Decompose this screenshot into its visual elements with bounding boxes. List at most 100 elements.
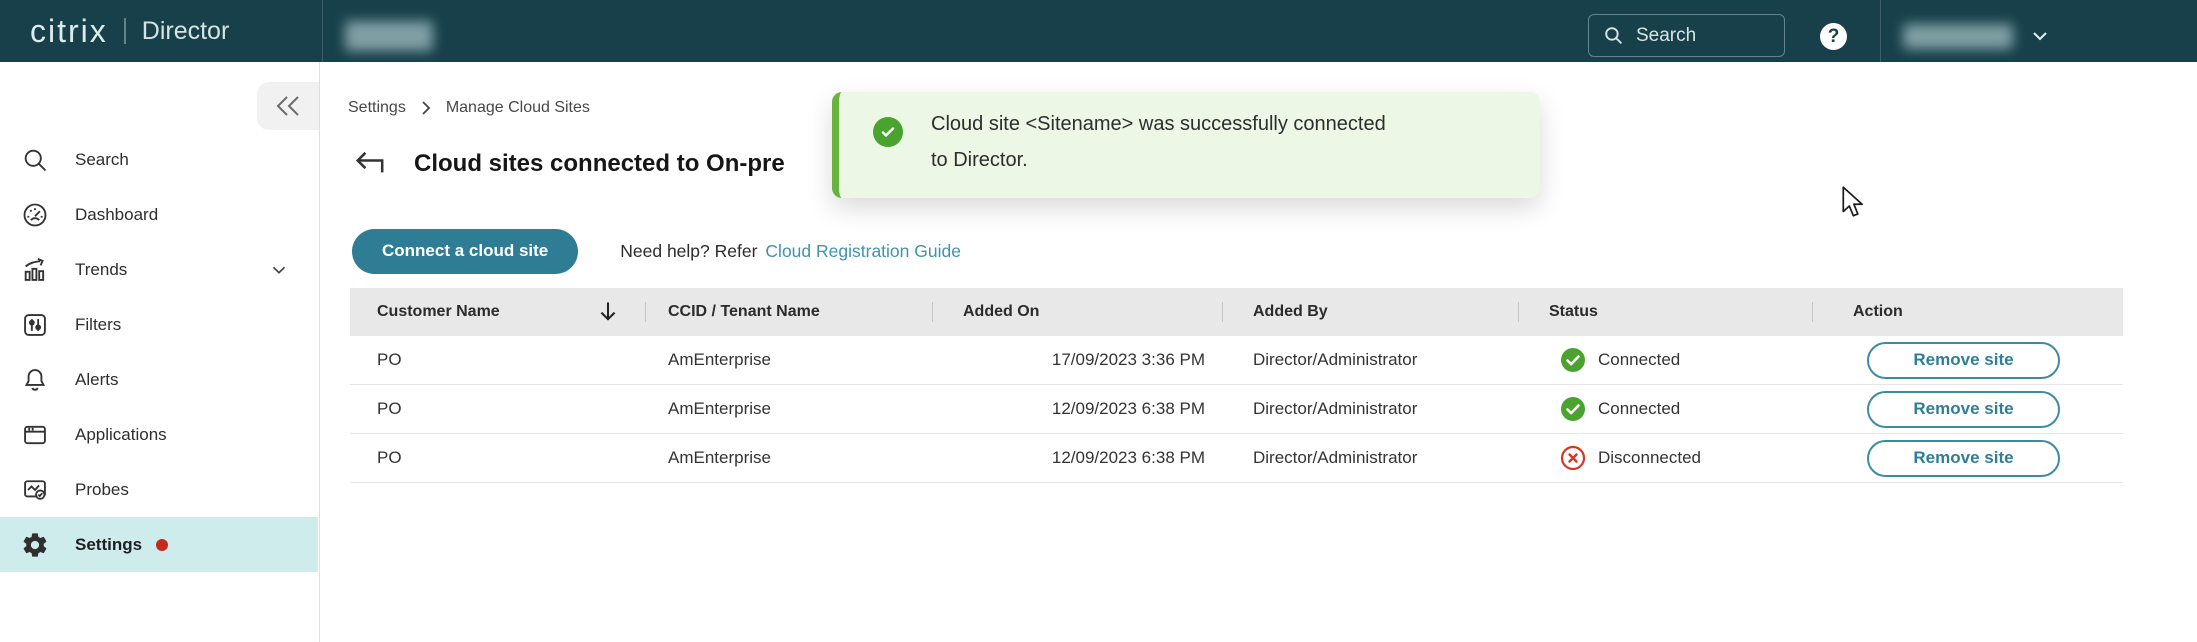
- cell-status: Connected: [1518, 396, 1812, 422]
- double-chevron-left-icon: [273, 95, 303, 117]
- probes-icon: [20, 475, 50, 505]
- breadcrumb: Settings Manage Cloud Sites: [348, 99, 590, 117]
- cell-action: Remove site: [1812, 391, 2123, 428]
- remove-site-button[interactable]: Remove site: [1867, 440, 2060, 477]
- alerts-icon: [20, 365, 50, 395]
- sidebar-item-trends[interactable]: Trends: [0, 242, 318, 297]
- cell-action: Remove site: [1812, 342, 2123, 379]
- settings-notification-dot: [156, 539, 168, 551]
- sidebar-item-alerts[interactable]: Alerts: [0, 352, 318, 407]
- cell-ccid: AmEnterprise: [645, 350, 932, 370]
- sidebar-item-label: Alerts: [75, 370, 118, 390]
- cell-action: Remove site: [1812, 440, 2123, 477]
- cell-customer-name: PO: [350, 448, 645, 468]
- sidebar-item-search[interactable]: Search: [0, 132, 318, 187]
- cell-ccid: AmEnterprise: [645, 448, 932, 468]
- toast-message-line-2: to Director.: [931, 142, 1386, 178]
- column-header-status[interactable]: Status: [1518, 288, 1812, 336]
- chevron-down-icon: [2034, 33, 2046, 39]
- back-arrow-icon: [352, 150, 390, 178]
- help-line: Need help? Refer Cloud Registration Guid…: [620, 241, 961, 262]
- cell-added-on: 12/09/2023 6:38 PM: [932, 399, 1222, 419]
- status-connected-icon: [1560, 396, 1586, 422]
- column-header-added-by[interactable]: Added By: [1222, 288, 1518, 336]
- global-search-input[interactable]: Search: [1588, 14, 1785, 57]
- sidebar-collapse-button[interactable]: [257, 82, 319, 130]
- sidebar-item-label: Filters: [75, 315, 121, 335]
- remove-site-button[interactable]: Remove site: [1867, 342, 2060, 379]
- actions-row: Connect a cloud site Need help? Refer Cl…: [352, 228, 961, 274]
- column-header-added-on[interactable]: Added On: [932, 288, 1222, 336]
- site-name-redacted: [345, 21, 433, 51]
- applications-icon: [20, 420, 50, 450]
- column-header-action[interactable]: Action: [1812, 288, 2123, 336]
- brand-divider: [124, 18, 126, 44]
- sidebar-item-label: Trends: [75, 260, 127, 280]
- page-title: Cloud sites connected to On-pre: [414, 150, 785, 178]
- cell-status: Disconnected: [1518, 445, 1812, 471]
- sidebar-item-label: Applications: [75, 425, 167, 445]
- status-text: Connected: [1598, 399, 1680, 419]
- sidebar-item-label: Probes: [75, 480, 129, 500]
- column-header-customer-name[interactable]: Customer Name: [350, 288, 645, 336]
- settings-icon: [20, 530, 50, 560]
- status-text: Disconnected: [1598, 448, 1701, 468]
- table-row: PO AmEnterprise 12/09/2023 6:38 PM Direc…: [350, 385, 2123, 434]
- sidebar: Search Dashboard: [0, 62, 320, 642]
- cell-added-by: Director/Administrator: [1222, 350, 1518, 370]
- trends-icon: [20, 255, 50, 285]
- help-prefix-text: Need help? Refer: [620, 241, 757, 262]
- success-toast: Cloud site <Sitename> was successfully c…: [832, 92, 1540, 198]
- success-check-icon: [873, 117, 903, 147]
- help-icon[interactable]: ?: [1820, 23, 1847, 50]
- citrix-director-app: citrix Director Search ?: [0, 0, 2197, 642]
- topbar-divider-left: [322, 0, 323, 62]
- mouse-cursor: [1838, 186, 1868, 225]
- column-header-ccid[interactable]: CCID / Tenant Name: [645, 288, 932, 336]
- sidebar-item-settings[interactable]: Settings: [0, 517, 318, 572]
- cell-added-by: Director/Administrator: [1222, 399, 1518, 419]
- sidebar-nav: Search Dashboard: [0, 132, 318, 572]
- table-row: PO AmEnterprise 12/09/2023 6:38 PM Direc…: [350, 434, 2123, 483]
- cell-ccid: AmEnterprise: [645, 399, 932, 419]
- filters-icon: [20, 310, 50, 340]
- cell-added-on: 17/09/2023 3:36 PM: [932, 350, 1222, 370]
- sidebar-item-applications[interactable]: Applications: [0, 407, 318, 462]
- user-name-redacted: [1903, 24, 2013, 49]
- sidebar-item-dashboard[interactable]: Dashboard: [0, 187, 318, 242]
- search-icon: [1603, 25, 1624, 46]
- sidebar-item-label: Search: [75, 150, 129, 170]
- table-row: PO AmEnterprise 17/09/2023 3:36 PM Direc…: [350, 336, 2123, 385]
- cell-customer-name: PO: [350, 350, 645, 370]
- topbar-divider-right: [1880, 0, 1881, 62]
- sidebar-item-filters[interactable]: Filters: [0, 297, 318, 352]
- cloud-registration-guide-link[interactable]: Cloud Registration Guide: [765, 241, 961, 262]
- product-name: Director: [142, 17, 230, 46]
- status-connected-icon: [1560, 347, 1586, 373]
- cloud-sites-table: Customer Name CCID / Tenant Name Added O…: [350, 288, 2123, 483]
- table-header: Customer Name CCID / Tenant Name Added O…: [350, 288, 2123, 336]
- breadcrumb-current: Manage Cloud Sites: [446, 99, 590, 117]
- sidebar-item-probes[interactable]: Probes: [0, 462, 318, 517]
- sidebar-item-label: Dashboard: [75, 205, 158, 225]
- connect-cloud-site-button[interactable]: Connect a cloud site: [352, 229, 578, 274]
- chevron-right-icon: [418, 100, 434, 116]
- back-button[interactable]: [352, 150, 390, 178]
- toast-message-line-1: Cloud site <Sitename> was successfully c…: [931, 106, 1386, 142]
- cell-status: Connected: [1518, 347, 1812, 373]
- brand-logo: citrix Director: [30, 0, 229, 62]
- chevron-down-icon: [268, 259, 290, 281]
- remove-site-button[interactable]: Remove site: [1867, 391, 2060, 428]
- breadcrumb-settings[interactable]: Settings: [348, 99, 406, 117]
- citrix-logo: citrix: [30, 13, 108, 50]
- user-menu-button[interactable]: [2028, 24, 2052, 53]
- status-text: Connected: [1598, 350, 1680, 370]
- search-placeholder: Search: [1636, 25, 1696, 47]
- sidebar-item-label: Settings: [75, 535, 142, 555]
- status-disconnected-icon: [1560, 445, 1586, 471]
- cell-added-by: Director/Administrator: [1222, 448, 1518, 468]
- cell-customer-name: PO: [350, 399, 645, 419]
- cell-added-on: 12/09/2023 6:38 PM: [932, 448, 1222, 468]
- page-title-row: Cloud sites connected to On-pre: [352, 150, 785, 178]
- sort-descending-icon[interactable]: [597, 300, 619, 324]
